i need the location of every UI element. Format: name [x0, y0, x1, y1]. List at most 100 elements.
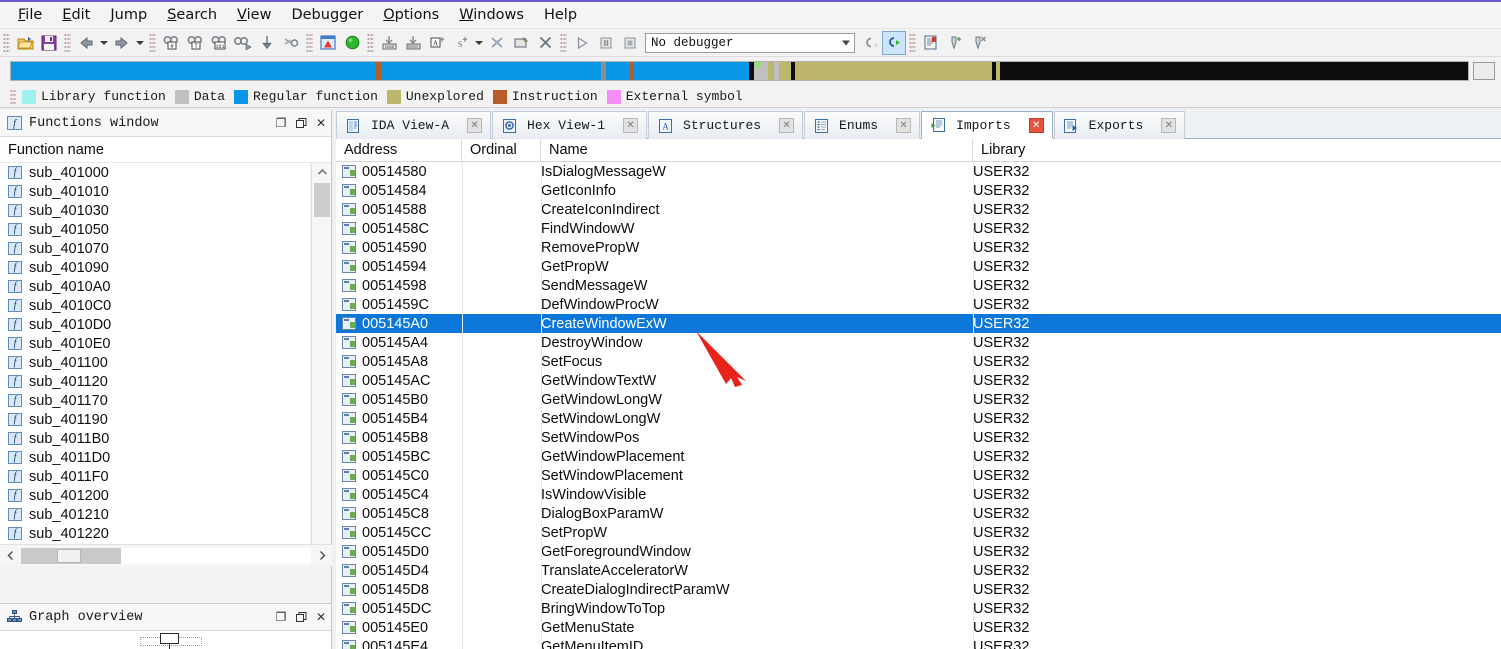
functions-window-titlebar[interactable]: f Functions window ❐ ✕	[0, 110, 331, 137]
tab-close-icon[interactable]: ✕	[623, 118, 639, 133]
save-file-icon[interactable]	[38, 32, 60, 54]
function-list-item[interactable]: f sub_401170	[0, 391, 310, 410]
make-ascii-icon[interactable]: A	[426, 32, 448, 54]
run-green-icon[interactable]	[341, 32, 363, 54]
imports-table-row[interactable]: 00514590 RemovePropW USER32	[336, 238, 1501, 257]
make-data-icon[interactable]	[402, 32, 424, 54]
undefine-icon[interactable]	[486, 32, 508, 54]
function-list-item[interactable]: f sub_401090	[0, 258, 310, 277]
navigate-back-icon[interactable]	[75, 32, 97, 54]
imports-table-row[interactable]: 005145B4 SetWindowLongW USER32	[336, 409, 1501, 428]
imports-table-row[interactable]: 005145C8 DialogBoxParamW USER32	[336, 504, 1501, 523]
pause-process-icon[interactable]	[595, 32, 617, 54]
function-list-item[interactable]: f sub_401030	[0, 201, 310, 220]
imports-column-header-ordinal[interactable]: Ordinal	[462, 139, 541, 162]
problems-icon[interactable]	[317, 32, 339, 54]
imports-table-row[interactable]: 005145A8 SetFocus USER32	[336, 352, 1501, 371]
function-list-item[interactable]: f sub_4010D0	[0, 315, 310, 334]
imports-table-row[interactable]: 005145A0 CreateWindowExW USER32	[336, 314, 1501, 333]
imports-table-row[interactable]: 005145A4 DestroyWindow USER32	[336, 333, 1501, 352]
functions-list-vertical-scrollbar[interactable]	[311, 163, 331, 563]
imports-table-row[interactable]: 005145B8 SetWindowPos USER32	[336, 428, 1501, 447]
functions-window-maximize-button[interactable]	[291, 113, 311, 133]
add-breakpoint-icon[interactable]	[944, 32, 966, 54]
imports-table-row[interactable]: 005145BC GetWindowPlacement USER32	[336, 447, 1501, 466]
tab-close-icon[interactable]: ✕	[896, 118, 912, 133]
function-list-item[interactable]: f sub_4011B0	[0, 429, 310, 448]
function-list-item[interactable]: f sub_401190	[0, 410, 310, 429]
function-list-item[interactable]: f sub_4010E0	[0, 334, 310, 353]
functions-list-header[interactable]: Function name	[0, 137, 331, 163]
imports-column-header-name[interactable]: Name	[541, 139, 973, 162]
toolbar-grip-2[interactable]	[64, 32, 71, 53]
imports-table-body[interactable]: 00514580 IsDialogMessageW USER32 00514584 Ge…	[336, 162, 1501, 649]
legend-grip[interactable]	[10, 88, 16, 105]
imports-table-row[interactable]: 005145E0 GetMenuState USER32	[336, 618, 1501, 637]
functions-window-restore-button[interactable]: ❐	[271, 113, 291, 133]
make-struct-icon[interactable]: S	[450, 32, 472, 54]
function-list-item[interactable]: f sub_4011F0	[0, 467, 310, 486]
toolbar-grip-5[interactable]	[367, 32, 374, 53]
imports-table-row[interactable]: 005145D8 CreateDialogIndirectParamW USER32	[336, 580, 1501, 599]
make-code-icon[interactable]: CODE	[378, 32, 400, 54]
jump-to-text-icon[interactable]: T	[184, 32, 206, 54]
function-list-item[interactable]: f sub_401120	[0, 372, 310, 391]
menu-file[interactable]: File	[8, 5, 52, 25]
menu-debugger[interactable]: Debugger	[281, 5, 373, 25]
menu-edit[interactable]: Edit	[52, 5, 100, 25]
menu-view[interactable]: View	[227, 5, 281, 25]
function-list-item[interactable]: f sub_401000	[0, 163, 310, 182]
navigation-band[interactable]	[10, 61, 1469, 81]
imports-table-row[interactable]: 005145D0 GetForegroundWindow USER32	[336, 542, 1501, 561]
graph-overview-canvas[interactable]	[0, 631, 331, 649]
navigate-forward-dropdown-icon[interactable]	[134, 32, 146, 54]
imports-column-separator[interactable]	[973, 162, 974, 649]
graph-overview-restore-button[interactable]: ❐	[271, 607, 291, 627]
debugger-select[interactable]: No debugger	[645, 32, 855, 53]
tab-close-icon[interactable]: ✕	[779, 118, 795, 133]
open-file-icon[interactable]	[14, 32, 36, 54]
terminate-process-icon[interactable]	[619, 32, 641, 54]
functions-list[interactable]: f sub_401000 f sub_401010 f sub_401030 f sub_40…	[0, 163, 310, 563]
toolbar-grip-6[interactable]	[560, 32, 567, 53]
imports-column-separator[interactable]	[541, 162, 542, 649]
navigation-band-scrollbox[interactable]	[1473, 62, 1495, 80]
tab-exports[interactable]: Exports ✕	[1053, 111, 1186, 139]
tab-close-icon[interactable]: ✕	[1161, 118, 1177, 133]
functions-hscroll-thumb[interactable]	[57, 548, 81, 563]
tab-close-icon[interactable]: ✕	[467, 118, 483, 133]
start-process-icon[interactable]	[571, 32, 593, 54]
imports-table-row[interactable]: 005145E4 GetMenuItemID USER32	[336, 637, 1501, 649]
functions-scroll-up-button[interactable]	[312, 163, 332, 181]
structures-list-icon[interactable]	[920, 32, 942, 54]
imports-table-row[interactable]: 005145DC BringWindowToTop USER32	[336, 599, 1501, 618]
tab-close-icon[interactable]: ✕	[1028, 117, 1044, 133]
tab-ida-view-a[interactable]: IDA View-A ✕	[336, 111, 492, 139]
functions-hscroll-left-button[interactable]	[0, 546, 20, 566]
imports-table-row[interactable]: 005145D4 TranslateAcceleratorW USER32	[336, 561, 1501, 580]
decompile-icon[interactable]: c	[859, 32, 881, 54]
function-list-item[interactable]: f sub_4010C0	[0, 296, 310, 315]
tab-enums[interactable]: Enums ✕	[804, 111, 921, 139]
menu-options[interactable]: Options	[373, 5, 449, 25]
toolbar-grip-7[interactable]	[909, 32, 916, 53]
imports-column-header-address[interactable]: Address	[336, 139, 462, 162]
jump-down-icon[interactable]	[256, 32, 278, 54]
jump-to-address-icon[interactable]: #	[160, 32, 182, 54]
functions-list-horizontal-scrollbar[interactable]	[0, 544, 332, 566]
functions-hscroll-right-button[interactable]	[312, 546, 332, 566]
tab-structures[interactable]: A Structures ✕	[648, 111, 804, 139]
navigate-back-dropdown-icon[interactable]	[98, 32, 110, 54]
search-next-icon[interactable]	[232, 32, 254, 54]
imports-table-row[interactable]: 005145AC GetWindowTextW USER32	[336, 371, 1501, 390]
imports-table-row[interactable]: 00514580 IsDialogMessageW USER32	[336, 162, 1501, 181]
imports-table-row[interactable]: 00514584 GetIconInfo USER32	[336, 181, 1501, 200]
imports-table-row[interactable]: 0051459C DefWindowProcW USER32	[336, 295, 1501, 314]
toolbar-grip-1[interactable]	[3, 32, 10, 53]
tab-imports[interactable]: Imports ✕	[921, 111, 1053, 139]
functions-hscroll-track[interactable]	[21, 547, 311, 564]
function-list-item[interactable]: f sub_401210	[0, 505, 310, 524]
jump-to-number-icon[interactable]: 101	[208, 32, 230, 54]
menu-search[interactable]: Search	[157, 5, 227, 25]
imports-table-row[interactable]: 00514594 GetPropW USER32	[336, 257, 1501, 276]
